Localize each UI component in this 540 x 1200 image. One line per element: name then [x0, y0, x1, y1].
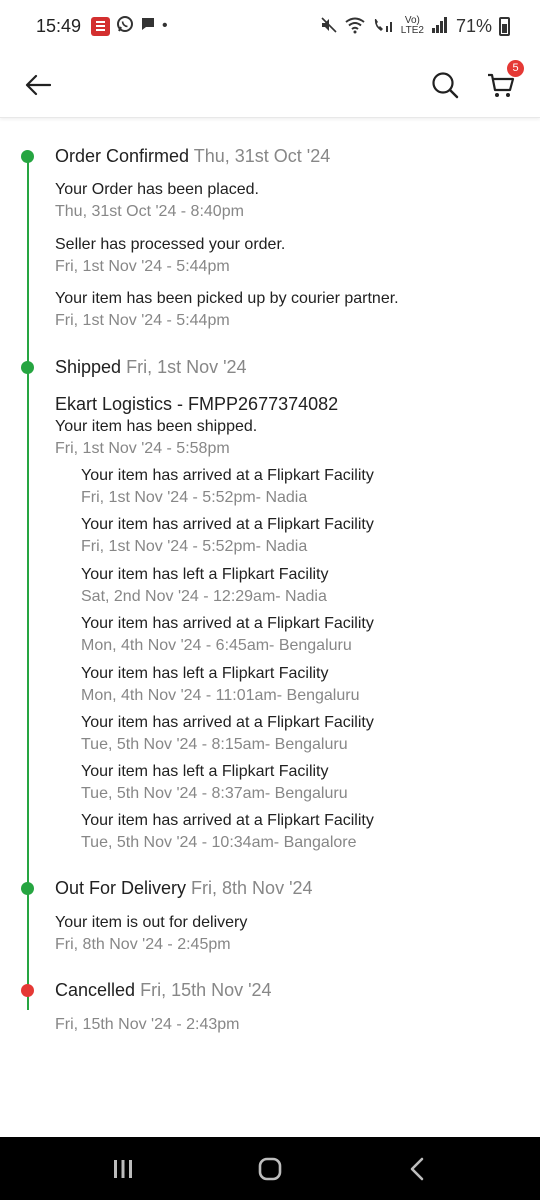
- signal-icon: [431, 16, 449, 36]
- stage-label: Cancelled: [55, 980, 136, 1000]
- stage-date: Fri, 1st Nov '24: [126, 357, 247, 377]
- nav-back-icon: [410, 1157, 423, 1180]
- call-signal-icon: [372, 16, 394, 37]
- back-arrow-icon: [25, 74, 51, 95]
- system-icons: Vo) LTE2 71%: [320, 16, 510, 37]
- stage-shipped: Shipped Fri, 1st Nov '24: [55, 357, 247, 378]
- order-tracking-timeline: Order Confirmed Thu, 31st Oct '24 Your O…: [0, 120, 540, 1135]
- mute-icon: [320, 16, 338, 37]
- facility-event: Your item has left a Flipkart Facility M…: [81, 665, 360, 704]
- facility-event: Your item has arrived at a Flipkart Faci…: [81, 615, 374, 654]
- battery-percent: 71%: [455, 15, 492, 36]
- flipkart-app-icon: [91, 16, 111, 36]
- recents-button[interactable]: [103, 1149, 143, 1189]
- stage-order-confirmed: Order Confirmed Thu, 31st Oct '24: [55, 146, 330, 167]
- facility-event: Your item has arrived at a Flipkart Faci…: [81, 714, 374, 753]
- event-item: Your item has been picked up by courier …: [55, 290, 399, 329]
- facility-event: Your item has left a Flipkart Facility S…: [81, 566, 329, 605]
- nav-back-button[interactable]: [397, 1149, 437, 1189]
- stage-out-for-delivery: Out For Delivery Fri, 8th Nov '24: [55, 878, 313, 899]
- stage-dot-out-for-delivery: [21, 882, 34, 895]
- volte-lte2-icon: Vo) LTE2: [400, 15, 424, 36]
- stage-dot-shipped: [21, 361, 34, 374]
- wifi-icon: [345, 16, 365, 37]
- cart-button[interactable]: 5: [486, 59, 524, 100]
- battery-icon: [499, 16, 510, 36]
- stage-cancelled: Cancelled Fri, 15th Nov '24: [55, 980, 272, 1001]
- event-item: Seller has processed your order. Fri, 1s…: [55, 236, 286, 275]
- stage-label: Order Confirmed: [55, 146, 190, 166]
- notification-icons: •: [91, 15, 168, 38]
- stage-date: Fri, 15th Nov '24: [140, 980, 272, 1000]
- header-actions: 5: [430, 59, 524, 100]
- facility-event: Your item has arrived at a Flipkart Faci…: [81, 467, 374, 506]
- stage-label: Shipped: [55, 357, 122, 377]
- cart-count-badge: 5: [507, 59, 524, 77]
- courier-tracking-id: Ekart Logistics - FMPP2677374082: [55, 394, 339, 414]
- back-button[interactable]: [24, 71, 52, 99]
- system-nav-bar: [0, 1137, 540, 1200]
- whatsapp-icon: [116, 15, 134, 38]
- event-item: Fri, 15th Nov '24 - 2:43pm: [55, 1016, 240, 1033]
- facility-event: Your item has arrived at a Flipkart Faci…: [81, 812, 374, 851]
- app-header: 5: [0, 52, 540, 118]
- stage-dot-cancelled: [21, 984, 34, 997]
- stage-label: Out For Delivery: [55, 878, 187, 898]
- search-button[interactable]: [430, 70, 460, 100]
- status-bar: 15:49 • Vo) LTE2 71%: [0, 0, 540, 52]
- message-icon: [140, 16, 156, 37]
- search-icon: [432, 71, 459, 98]
- home-button[interactable]: [250, 1149, 290, 1189]
- recents-icon: [114, 1159, 133, 1178]
- home-icon: [258, 1157, 282, 1180]
- dot-icon: •: [162, 17, 168, 34]
- event-item: Your Order has been placed. Thu, 31st Oc…: [55, 181, 259, 220]
- status-time: 15:49: [36, 15, 82, 36]
- facility-event: Your item has arrived at a Flipkart Faci…: [81, 516, 374, 555]
- facility-event: Your item has left a Flipkart Facility T…: [81, 763, 348, 802]
- stage-dot-order-confirmed: [21, 150, 34, 163]
- event-item: Your item is out for delivery Fri, 8th N…: [55, 914, 248, 953]
- stage-date: Thu, 31st Oct '24: [193, 146, 331, 166]
- event-item: Your item has been shipped. Fri, 1st Nov…: [55, 418, 258, 457]
- stage-date: Fri, 8th Nov '24: [191, 878, 313, 898]
